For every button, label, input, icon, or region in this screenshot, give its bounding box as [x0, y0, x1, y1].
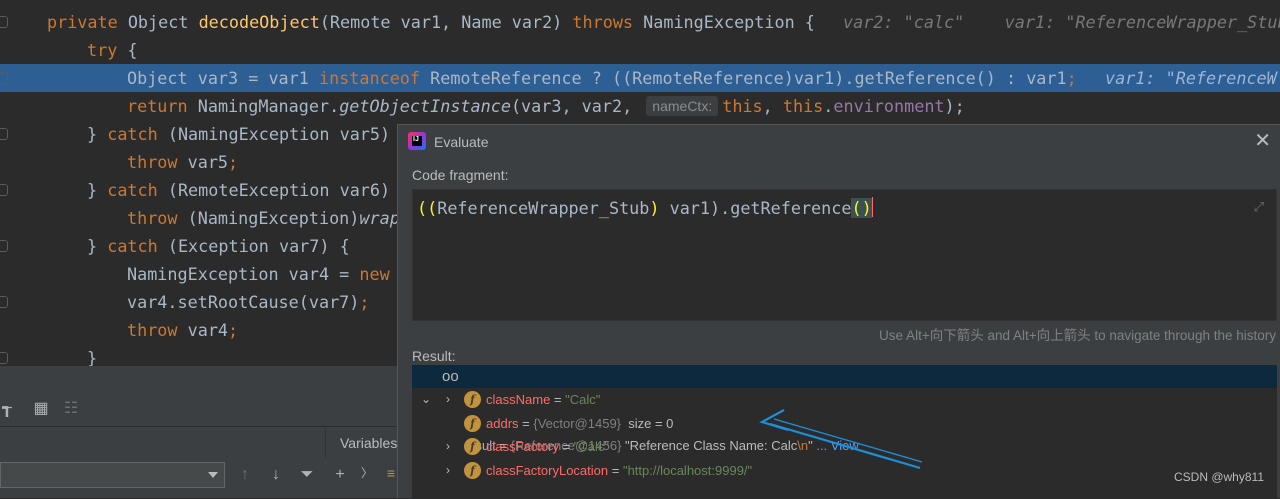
- code-token: throws: [572, 12, 644, 32]
- code-token: ;: [228, 320, 239, 340]
- fold-marker-icon[interactable]: [0, 72, 8, 84]
- field-icon: f: [464, 438, 481, 455]
- code-token: {: [127, 40, 138, 60]
- code-fragment-input[interactable]: ((ReferenceWrapper_Stub) var1).getRefere…: [412, 189, 1277, 321]
- table-view-icon[interactable]: ▦: [30, 398, 52, 420]
- code-token: wrap: [359, 208, 400, 228]
- parameter-hint: nameCtx:: [646, 96, 719, 116]
- fold-marker-icon[interactable]: [0, 296, 8, 308]
- chevron-right-icon[interactable]: ›: [442, 459, 454, 482]
- code-token: throw: [127, 208, 188, 228]
- close-icon[interactable]: ✕: [1254, 131, 1271, 151]
- intellij-logo-icon: IJ: [408, 132, 426, 150]
- code-token: (NamingException var5) {: [167, 124, 411, 144]
- code-token: instanceof: [318, 68, 431, 88]
- code-token: NamingException {: [643, 12, 815, 32]
- dialog-title-bar[interactable]: IJ Evaluate ✕: [398, 125, 1280, 159]
- code-token: .: [823, 96, 834, 116]
- code-token: throw: [127, 152, 188, 172]
- code-token: this: [722, 96, 763, 116]
- code-token: NamingManager.: [197, 96, 340, 116]
- result-label: Result:: [412, 348, 456, 364]
- code-token: this: [782, 96, 824, 116]
- code-token: catch: [107, 180, 168, 200]
- code-token: (Remote var1, Name var2): [319, 12, 573, 32]
- code-token: RemoteReference ? ((RemoteReference)var1…: [430, 68, 1067, 88]
- code-token: environment: [833, 96, 945, 116]
- code-token: Object var3 = var1: [127, 68, 319, 88]
- trace-icon[interactable]: ☷: [60, 398, 82, 420]
- inline-debug-value: var1: "ReferenceW: [1105, 68, 1277, 88]
- code-token: return: [127, 96, 198, 116]
- debug-panel: ┱ ▦ ☷ Variables ↑ ↓ ⏷ + 〉 ≡: [0, 366, 398, 498]
- divider: [0, 426, 398, 427]
- chevron-right-icon[interactable]: 〉: [356, 462, 378, 484]
- chevron-right-icon[interactable]: ›: [442, 435, 454, 458]
- code-token: private: [47, 12, 128, 32]
- code-token: }: [87, 348, 98, 366]
- add-icon[interactable]: +: [329, 464, 351, 486]
- expand-icon[interactable]: ⤢: [1254, 199, 1264, 215]
- debug-toolbar: ┱ ▦ ☷: [0, 392, 398, 426]
- field-icon: f: [464, 414, 481, 432]
- text-caret: [871, 197, 873, 217]
- code-token: );: [944, 96, 965, 116]
- watermark: CSDN @why811: [1174, 470, 1264, 484]
- dialog-title: Evaluate: [434, 134, 489, 150]
- chevron-right-icon[interactable]: ›: [442, 388, 454, 411]
- code-token: try: [87, 40, 128, 60]
- code-token: (Exception var7) {: [167, 236, 350, 256]
- field-icon: f: [464, 391, 481, 408]
- code-fragment-label: Code fragment:: [412, 167, 509, 183]
- code-token: catch: [107, 236, 168, 256]
- fold-marker-icon[interactable]: [0, 16, 8, 28]
- code-token: ;: [359, 292, 370, 312]
- watch-glasses-icon: oo: [442, 368, 459, 385]
- code-token: var5: [187, 152, 229, 172]
- code-token: new: [359, 264, 390, 284]
- arrow-down-icon[interactable]: ↓: [265, 464, 287, 486]
- code-token: ;: [1066, 68, 1077, 88]
- code-line[interactable]: Object var3 = var1 instanceof RemoteRefe…: [0, 64, 1280, 92]
- code-token: Object: [127, 12, 199, 32]
- result-row[interactable]: ⌄ oo result = {Reference@1456} "Referenc…: [412, 365, 1277, 453]
- code-token: }: [87, 236, 108, 256]
- code-token: }: [87, 180, 108, 200]
- fold-marker-icon[interactable]: [0, 240, 8, 252]
- filter-icon[interactable]: ⏷: [296, 464, 318, 486]
- field-icon: f: [464, 461, 481, 479]
- code-fragment-text[interactable]: ((ReferenceWrapper_Stub) var1).getRefere…: [417, 196, 873, 220]
- code-token: ;: [228, 152, 239, 172]
- code-token: getObjectInstance: [339, 96, 511, 116]
- code-line[interactable]: private Object decodeObject(Remote var1,…: [0, 8, 1280, 36]
- fold-marker-icon[interactable]: [0, 128, 8, 140]
- step-icon[interactable]: ┱: [0, 398, 18, 420]
- code-token: (var3, var2,: [510, 96, 643, 116]
- fold-marker-icon[interactable]: [0, 352, 8, 364]
- code-token: var4: [187, 320, 229, 340]
- fold-marker-icon[interactable]: [0, 184, 8, 196]
- annotation-arrow: [759, 409, 923, 470]
- code-token: NamingException var4 =: [127, 264, 360, 284]
- history-hint: Use Alt+向下箭头 and Alt+向上箭头 to navigate th…: [879, 328, 1276, 343]
- code-token: throw: [127, 320, 188, 340]
- arrow-up-icon[interactable]: ↑: [234, 464, 256, 486]
- code-token: }: [87, 124, 108, 144]
- code-token: ,: [762, 96, 783, 116]
- inline-debug-value: var2: "calc" var1: "ReferenceWrapper_Stu…: [843, 12, 1280, 32]
- code-token: decodeObject: [198, 12, 320, 32]
- code-token: catch: [107, 124, 168, 144]
- chevron-down-icon: [208, 472, 218, 478]
- tab-variables[interactable]: Variables: [325, 428, 398, 458]
- code-token: (RemoteException var6) {: [167, 180, 411, 200]
- code-line[interactable]: return NamingManager.getObjectInstance(v…: [0, 92, 1280, 120]
- code-token: var4.setRootCause(var7): [127, 292, 360, 312]
- frames-combo[interactable]: [0, 462, 225, 488]
- code-token: (NamingException): [187, 208, 360, 228]
- code-line[interactable]: try {: [0, 36, 1280, 64]
